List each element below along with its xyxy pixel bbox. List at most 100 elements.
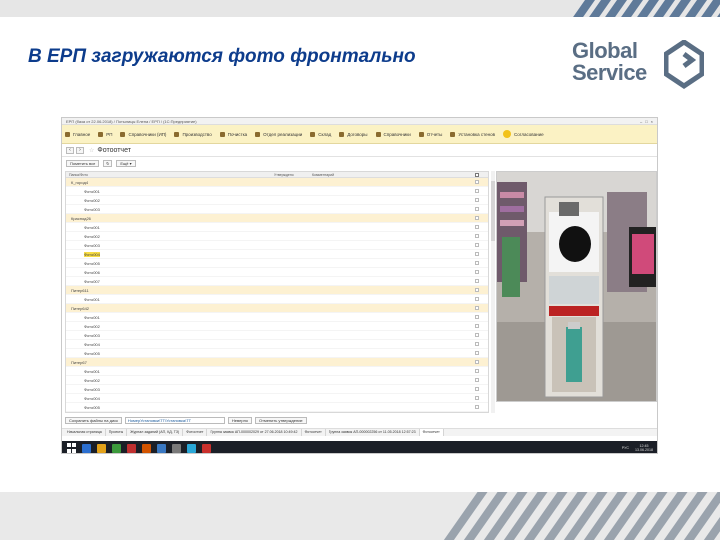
excel-icon[interactable] bbox=[112, 443, 121, 453]
row-checkbox[interactable] bbox=[475, 261, 479, 265]
mark-all-button[interactable]: Пометить все bbox=[66, 159, 100, 167]
settings-icon[interactable] bbox=[172, 443, 181, 453]
path-field[interactable]: НомерУстановки\ТТ\Установка\ТТ bbox=[124, 417, 225, 424]
row-checkbox[interactable] bbox=[475, 279, 479, 283]
menu-item[interactable]: Установка стенов bbox=[450, 131, 495, 137]
favorite-star-icon[interactable]: ☆ bbox=[89, 147, 94, 154]
tree-photo-row[interactable]: Фото001 bbox=[66, 367, 488, 376]
tree-photo-row[interactable]: Фото006 bbox=[66, 268, 488, 277]
select-all-checkbox[interactable] bbox=[475, 172, 479, 177]
clock[interactable]: 12:45 13.06.2018 bbox=[635, 444, 653, 452]
tree-folder-row[interactable]: Питер642 bbox=[66, 304, 488, 313]
open-window-tab[interactable]: Фотоотчет bbox=[419, 429, 444, 436]
open-window-tab[interactable]: Группа заявок АП-000002256 от 11.05.2018… bbox=[326, 429, 420, 436]
tree-folder-row[interactable]: Краснод26 bbox=[66, 214, 488, 223]
row-checkbox[interactable] bbox=[475, 180, 479, 184]
disapprove-button[interactable]: Неверно bbox=[227, 417, 252, 424]
ie-icon[interactable] bbox=[82, 443, 91, 453]
tree-photo-row[interactable]: Фото004 bbox=[66, 340, 488, 349]
open-window-tab[interactable]: Проекты bbox=[106, 429, 128, 436]
windows-start-icon[interactable] bbox=[67, 443, 77, 453]
tree-photo-row[interactable]: Фото001 bbox=[66, 295, 488, 304]
menu-item[interactable]: Договоры bbox=[339, 131, 368, 137]
tree-photo-row[interactable]: Фото007 bbox=[66, 277, 488, 286]
tree-photo-row[interactable]: Фото002 bbox=[66, 322, 488, 331]
open-window-tab[interactable]: Начальная страница bbox=[64, 429, 106, 436]
row-checkbox[interactable] bbox=[475, 243, 479, 247]
menu-item[interactable]: Отдел реализации bbox=[255, 131, 302, 137]
tree-photo-row[interactable]: Фото004 bbox=[66, 394, 488, 403]
explorer-icon[interactable] bbox=[97, 443, 106, 453]
row-checkbox[interactable] bbox=[475, 216, 479, 220]
tree-folder-row[interactable]: Питер67 bbox=[66, 358, 488, 367]
row-checkbox[interactable] bbox=[475, 324, 479, 328]
row-checkbox[interactable] bbox=[475, 297, 479, 301]
tree-folder-row[interactable]: К_город4 bbox=[66, 178, 488, 187]
1c-icon[interactable] bbox=[127, 443, 136, 453]
row-checkbox[interactable] bbox=[475, 396, 479, 400]
row-checkbox[interactable] bbox=[475, 405, 479, 409]
tree-folder-row[interactable]: Питер611 bbox=[66, 286, 488, 295]
menu-item[interactable]: Склад bbox=[310, 131, 331, 137]
menu-item[interactable]: Согласование bbox=[503, 130, 544, 138]
row-checkbox[interactable] bbox=[475, 207, 479, 211]
tree-photo-row[interactable]: Фото005 bbox=[66, 349, 488, 358]
tree-photo-row[interactable]: Фото005 bbox=[66, 259, 488, 268]
menu-item[interactable]: РП bbox=[98, 131, 112, 137]
row-checkbox[interactable] bbox=[475, 270, 479, 274]
row-checkbox[interactable] bbox=[475, 189, 479, 193]
row-checkbox[interactable] bbox=[475, 360, 479, 364]
menu-item[interactable]: Производство bbox=[174, 131, 212, 137]
minimize-icon[interactable]: – bbox=[640, 119, 642, 124]
row-checkbox[interactable] bbox=[475, 333, 479, 337]
open-window-tab[interactable]: Группа заявок АП-000002029 от 27.06.2018… bbox=[207, 429, 302, 436]
more-button[interactable]: Ещё ▾ bbox=[116, 159, 136, 167]
menu-item[interactable]: Почистка bbox=[219, 131, 247, 137]
close-icon[interactable]: × bbox=[651, 119, 653, 124]
open-window-tab[interactable]: Фотоотчет bbox=[183, 429, 208, 436]
row-checkbox[interactable] bbox=[475, 225, 479, 229]
tree-photo-row[interactable]: Фото003 bbox=[66, 331, 488, 340]
row-checkbox[interactable] bbox=[475, 198, 479, 202]
row-checkbox[interactable] bbox=[475, 288, 479, 292]
back-button[interactable]: ‹ bbox=[66, 146, 74, 154]
tree-photo-row[interactable]: Фото004 bbox=[66, 250, 488, 259]
menu-item[interactable]: Главное bbox=[65, 131, 90, 137]
app-icon[interactable] bbox=[142, 443, 151, 453]
row-checkbox[interactable] bbox=[475, 342, 479, 346]
tree-photo-row[interactable]: Фото002 bbox=[66, 376, 488, 385]
forward-button[interactable]: › bbox=[76, 146, 84, 154]
row-checkbox[interactable] bbox=[475, 315, 479, 319]
row-checkbox[interactable] bbox=[475, 369, 479, 373]
row-checkbox[interactable] bbox=[475, 351, 479, 355]
telegram-icon[interactable] bbox=[187, 443, 196, 453]
save-files-button[interactable]: Сохранить файлы на диск bbox=[65, 417, 122, 424]
open-window-tab[interactable]: Журнал заданий (АП, КД, ТЗ) bbox=[127, 429, 184, 436]
row-checkbox[interactable] bbox=[475, 252, 479, 256]
refresh-button[interactable]: ↻ bbox=[103, 159, 113, 167]
row-checkbox[interactable] bbox=[475, 234, 479, 238]
tree-photo-row[interactable]: Фото003 bbox=[66, 241, 488, 250]
tree-photo-row[interactable]: Фото002 bbox=[66, 232, 488, 241]
tree-photo-row[interactable]: Фото005 bbox=[66, 403, 488, 412]
row-checkbox[interactable] bbox=[475, 306, 479, 310]
menu-item[interactable]: Справочники (ИП) bbox=[120, 131, 166, 137]
maximize-icon[interactable]: □ bbox=[645, 119, 647, 124]
media-icon[interactable] bbox=[202, 443, 211, 453]
tree-photo-row[interactable]: Фото003 bbox=[66, 205, 488, 214]
word-icon[interactable] bbox=[157, 443, 166, 453]
row-checkbox[interactable] bbox=[475, 378, 479, 382]
row-checkbox[interactable] bbox=[475, 387, 479, 391]
change-approval-button[interactable]: Отменить утверждение bbox=[255, 417, 307, 424]
tree-photo-row[interactable]: Фото002 bbox=[66, 196, 488, 205]
tree-photo-row[interactable]: Фото003 bbox=[66, 385, 488, 394]
tree-scrollbar[interactable] bbox=[491, 171, 495, 413]
keyboard-language[interactable]: РУС bbox=[622, 446, 629, 450]
open-window-tab[interactable]: Фотоотчет bbox=[302, 429, 326, 436]
menu-item[interactable]: Справочники bbox=[375, 131, 411, 137]
scroll-thumb[interactable] bbox=[491, 181, 495, 241]
tree-photo-row[interactable]: Фото001 bbox=[66, 223, 488, 232]
tree-photo-row[interactable]: Фото001 bbox=[66, 187, 488, 196]
menu-item[interactable]: Отчеты bbox=[418, 131, 442, 137]
tree-photo-row[interactable]: Фото001 bbox=[66, 313, 488, 322]
